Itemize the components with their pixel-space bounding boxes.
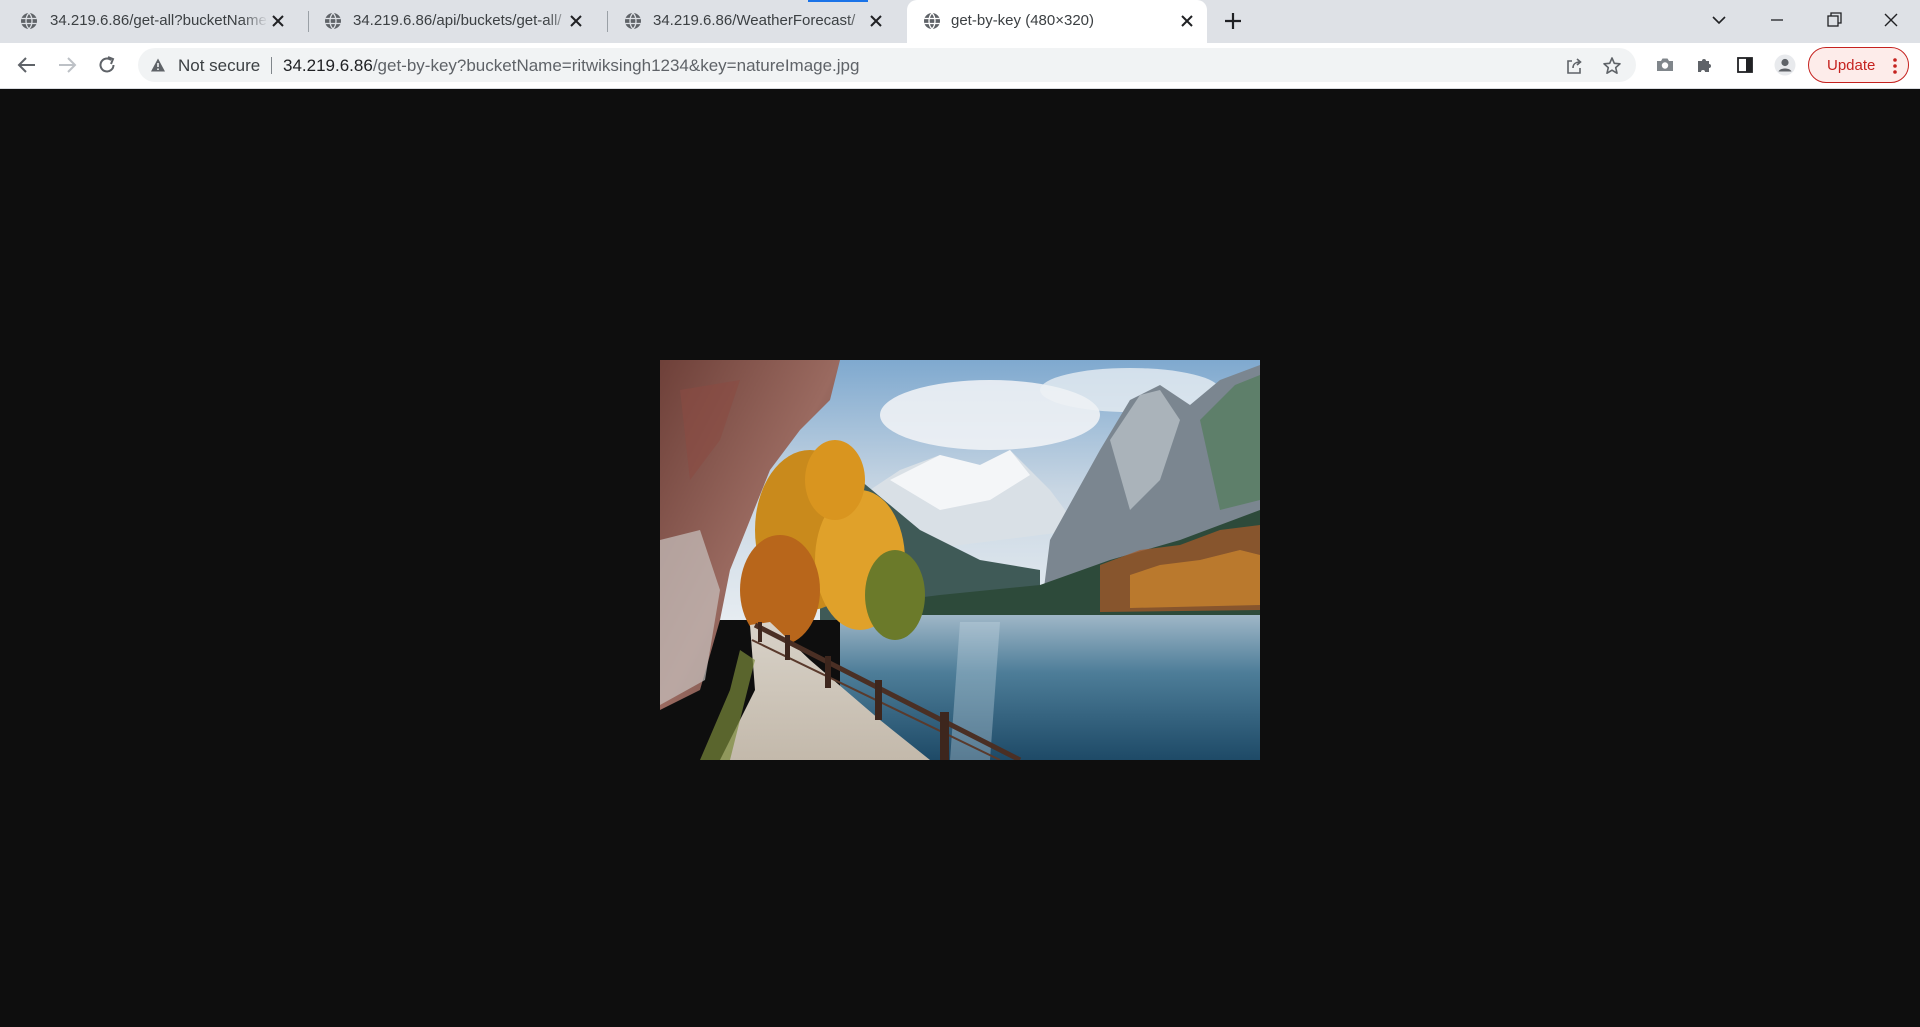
profile-avatar-icon[interactable] [1774, 54, 1796, 76]
back-arrow-icon[interactable] [16, 54, 38, 76]
url-host: 34.219.6.86 [283, 56, 373, 75]
tab-title: get-by-key (480×320) [951, 12, 1094, 29]
tab-loading-indicator [808, 0, 868, 2]
omnibox-divider [271, 57, 272, 74]
side-panel-icon[interactable] [1735, 55, 1755, 75]
nature-image[interactable] [660, 360, 1260, 760]
close-icon[interactable] [270, 13, 286, 29]
tab-get-by-key[interactable]: get-by-key (480×320) [907, 0, 1207, 43]
restore-icon[interactable] [1822, 8, 1846, 32]
url-text[interactable]: 34.219.6.86/get-by-key?bucketName=ritwik… [283, 56, 859, 76]
close-icon[interactable] [568, 13, 584, 29]
close-icon[interactable] [1179, 13, 1195, 29]
share-icon[interactable] [1564, 56, 1584, 76]
puzzle-icon[interactable] [1695, 55, 1715, 75]
globe-icon [625, 12, 641, 30]
tab-weather-forecast[interactable]: 34.219.6.86/WeatherForecast/ [598, 0, 898, 43]
plus-icon[interactable] [1222, 10, 1244, 32]
globe-icon [325, 12, 341, 30]
tab-title: 34.219.6.86/api/buckets/get-all/ [353, 12, 562, 29]
address-bar[interactable]: Not secure 34.219.6.86/get-by-key?bucket… [138, 48, 1636, 82]
globe-icon [21, 12, 37, 30]
reload-icon[interactable] [96, 54, 118, 76]
tab-title: 34.219.6.86/get-all?bucketName=ritwiksin… [50, 12, 268, 29]
warning-triangle-icon[interactable] [150, 57, 166, 73]
minimize-icon[interactable] [1765, 8, 1789, 32]
browser-toolbar: Not secure 34.219.6.86/get-by-key?bucket… [0, 43, 1920, 89]
url-path: /get-by-key?bucketName=ritwiksingh1234&k… [372, 56, 860, 75]
tab-strip: 34.219.6.86/get-all?bucketName=ritwiksin… [0, 0, 1920, 43]
security-label[interactable]: Not secure [178, 56, 260, 76]
tab-title: 34.219.6.86/WeatherForecast/ [653, 12, 856, 29]
update-button[interactable]: Update [1808, 47, 1909, 83]
camera-icon[interactable] [1655, 55, 1675, 75]
update-label: Update [1827, 56, 1876, 74]
tab-get-all-bucket[interactable]: 34.219.6.86/get-all?bucketName=ritwiksin… [0, 0, 300, 43]
page-viewport [0, 89, 1920, 1027]
tab-api-buckets[interactable]: 34.219.6.86/api/buckets/get-all/ [298, 0, 598, 43]
tab-search-chevron-icon[interactable] [1707, 8, 1731, 32]
globe-icon [924, 12, 940, 30]
forward-arrow-icon[interactable] [56, 54, 78, 76]
kebab-menu-icon[interactable] [1892, 57, 1898, 75]
window-close-icon[interactable] [1879, 8, 1903, 32]
close-icon[interactable] [868, 13, 884, 29]
star-icon[interactable] [1602, 56, 1622, 76]
